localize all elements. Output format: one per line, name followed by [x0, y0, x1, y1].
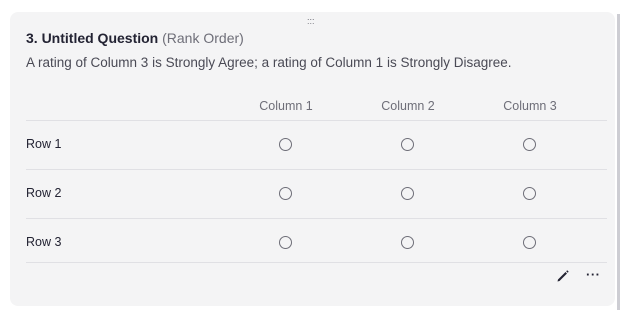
row-divider: [26, 120, 607, 121]
radio-row3-col1[interactable]: [279, 236, 292, 249]
radio-row2-col2[interactable]: [401, 187, 414, 200]
more-horizontal-icon[interactable]: ···: [586, 268, 601, 281]
drag-handle-icon[interactable]: :::: [307, 17, 315, 26]
radio-row2-col3[interactable]: [523, 187, 536, 200]
row-divider: [26, 169, 607, 170]
row-divider: [26, 218, 607, 219]
row-divider: [26, 262, 607, 263]
row-label-3: Row 3: [26, 235, 62, 249]
column-header-1: Column 1: [259, 99, 313, 113]
radio-row3-col2[interactable]: [401, 236, 414, 249]
radio-row3-col3[interactable]: [523, 236, 536, 249]
radio-row1-col1[interactable]: [279, 138, 292, 151]
radio-row1-col2[interactable]: [401, 138, 414, 151]
column-header-2: Column 2: [381, 99, 435, 113]
card-right-border: [617, 14, 620, 310]
row-label-1: Row 1: [26, 137, 62, 151]
column-header-3: Column 3: [503, 99, 557, 113]
question-number-title: 3. Untitled Question: [26, 30, 159, 46]
question-title: 3. Untitled Question (Rank Order): [26, 30, 244, 46]
radio-row1-col3[interactable]: [523, 138, 536, 151]
radio-row2-col1[interactable]: [279, 187, 292, 200]
row-label-2: Row 2: [26, 186, 62, 200]
question-type-label: (Rank Order): [162, 30, 244, 46]
pencil-icon[interactable]: [556, 269, 570, 283]
question-description: A rating of Column 3 is Strongly Agree; …: [26, 55, 512, 70]
